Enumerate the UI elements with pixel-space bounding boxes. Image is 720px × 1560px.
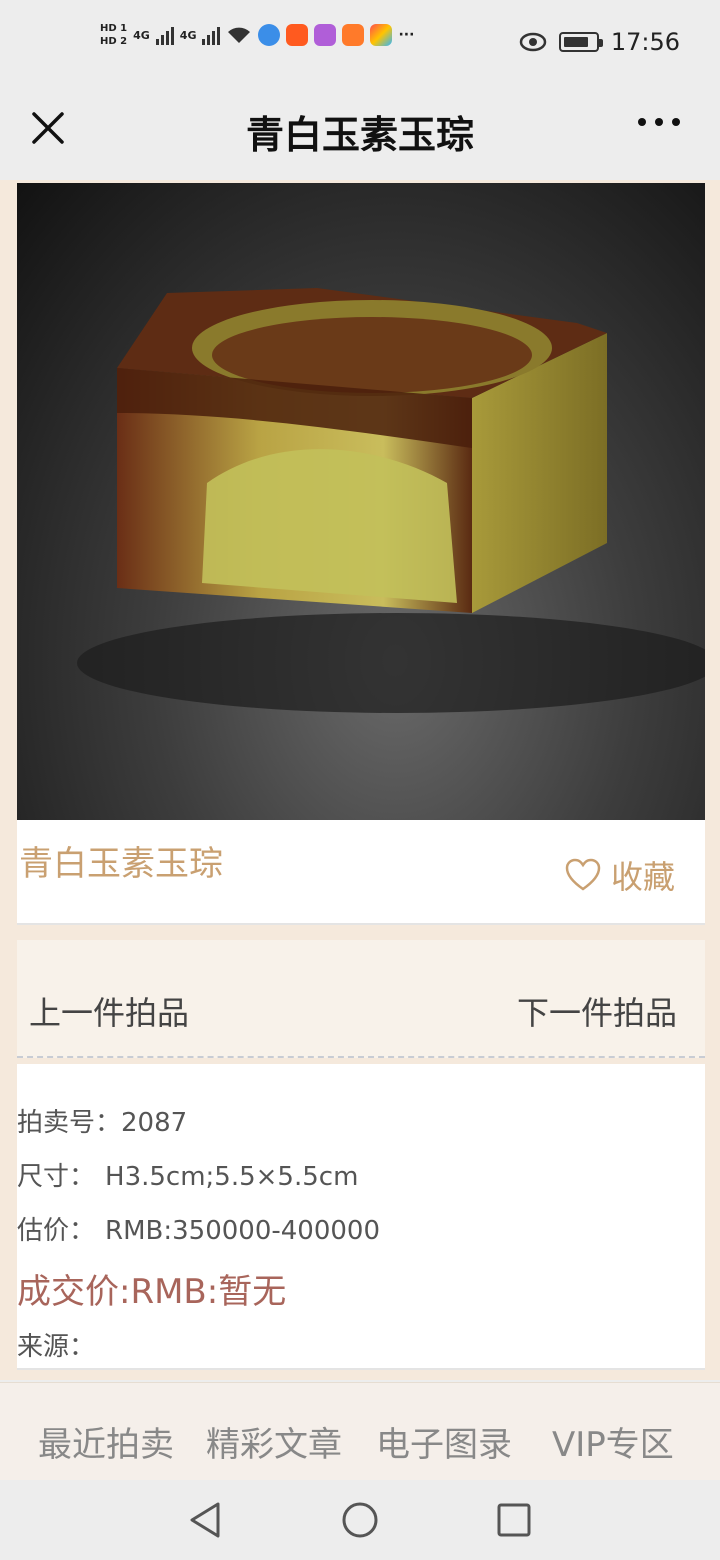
clock: 17:56 — [610, 28, 680, 56]
network-type-1: 4G — [133, 28, 150, 42]
close-icon[interactable] — [28, 108, 68, 148]
battery-icon — [558, 32, 603, 52]
source-label: 来源： — [17, 1332, 96, 1362]
size-row: 尺寸： H3.5cm;5.5×5.5cm — [17, 1156, 358, 1193]
bottom-nav-articles[interactable]: 精彩文章 — [206, 1417, 342, 1466]
hd2-label: HD 2 — [100, 36, 128, 47]
status-right: 17:56 — [519, 28, 680, 56]
deal-price: 成交价:RMB:暂无 — [17, 1272, 287, 1312]
video-app-icon — [342, 24, 365, 46]
page-title: 青白玉素玉琮 — [245, 113, 474, 157]
status-indicators: HD 1 HD 2 4G 4G ··· — [100, 22, 414, 48]
product-image[interactable] — [17, 183, 705, 820]
main-content: 青白玉素玉琮 收藏 上一件拍品 下一件拍品 拍卖号：2087 尺寸： H3.5cm… — [0, 180, 720, 1380]
more-menu-button[interactable] — [638, 118, 680, 126]
dot — [655, 118, 663, 126]
lot-number-row: 拍卖号：2087 — [17, 1102, 187, 1139]
system-navigation-bar — [0, 1480, 720, 1560]
lot-details: 拍卖号：2087 尺寸： H3.5cm;5.5×5.5cm 估价： RMB:3500… — [17, 1064, 705, 1370]
next-lot-link[interactable]: 下一件拍品 — [517, 988, 677, 1034]
signal-icon — [155, 25, 174, 45]
zhenai-app-icon — [314, 24, 337, 46]
hd1-label: HD 1 — [100, 23, 128, 34]
source-row: 来源： — [17, 1326, 95, 1363]
favorite-button[interactable]: 收藏 — [565, 852, 675, 898]
product-name: 青白玉素玉琮 — [19, 844, 223, 884]
lot-number-label: 拍卖号： — [17, 1108, 122, 1138]
bottom-nav-vip[interactable]: VIP专区 — [552, 1417, 674, 1466]
size-value: H3.5cm;5.5×5.5cm — [105, 1162, 359, 1192]
browser-app-icon — [258, 24, 281, 46]
title-bar: 青白玉素玉琮 — [0, 84, 720, 180]
back-icon[interactable] — [186, 1500, 226, 1540]
dot — [638, 118, 646, 126]
bottom-nav-catalog[interactable]: 电子图录 — [376, 1417, 512, 1466]
jade-cong-illustration — [77, 288, 705, 713]
bottom-navigation: 最近拍卖 精彩文章 电子图录 VIP专区 — [0, 1382, 720, 1480]
estimate-value: RMB:350000-400000 — [105, 1216, 380, 1246]
estimate-row: 估价： RMB:350000-400000 — [17, 1210, 380, 1247]
status-bar: HD 1 HD 2 4G 4G ··· 17:56 — [0, 0, 720, 84]
estimate-label: 估价： — [17, 1216, 96, 1246]
more-notifications: ··· — [398, 27, 415, 43]
prev-lot-link[interactable]: 上一件拍品 — [29, 988, 189, 1034]
dot — [672, 118, 680, 126]
heart-icon — [565, 858, 601, 891]
favorite-label: 收藏 — [610, 858, 675, 896]
wifi-icon — [228, 27, 251, 43]
signal-icon-2 — [202, 25, 221, 45]
hd-indicator: HD 1 HD 2 — [100, 22, 127, 48]
network-type-2: 4G — [179, 28, 197, 42]
lot-number-value: 2087 — [121, 1108, 188, 1138]
lot-navigation: 上一件拍品 下一件拍品 — [17, 940, 705, 1058]
bottom-nav-recent-auctions[interactable]: 最近拍卖 — [38, 1417, 174, 1466]
product-info-card: 青白玉素玉琮 收藏 — [17, 820, 705, 925]
colorful-app-icon — [370, 24, 393, 46]
recents-icon[interactable] — [494, 1500, 534, 1540]
size-label: 尺寸： — [17, 1162, 96, 1192]
home-icon[interactable] — [340, 1500, 380, 1540]
eye-icon — [519, 32, 547, 52]
kuaishou-app-icon — [286, 24, 309, 46]
